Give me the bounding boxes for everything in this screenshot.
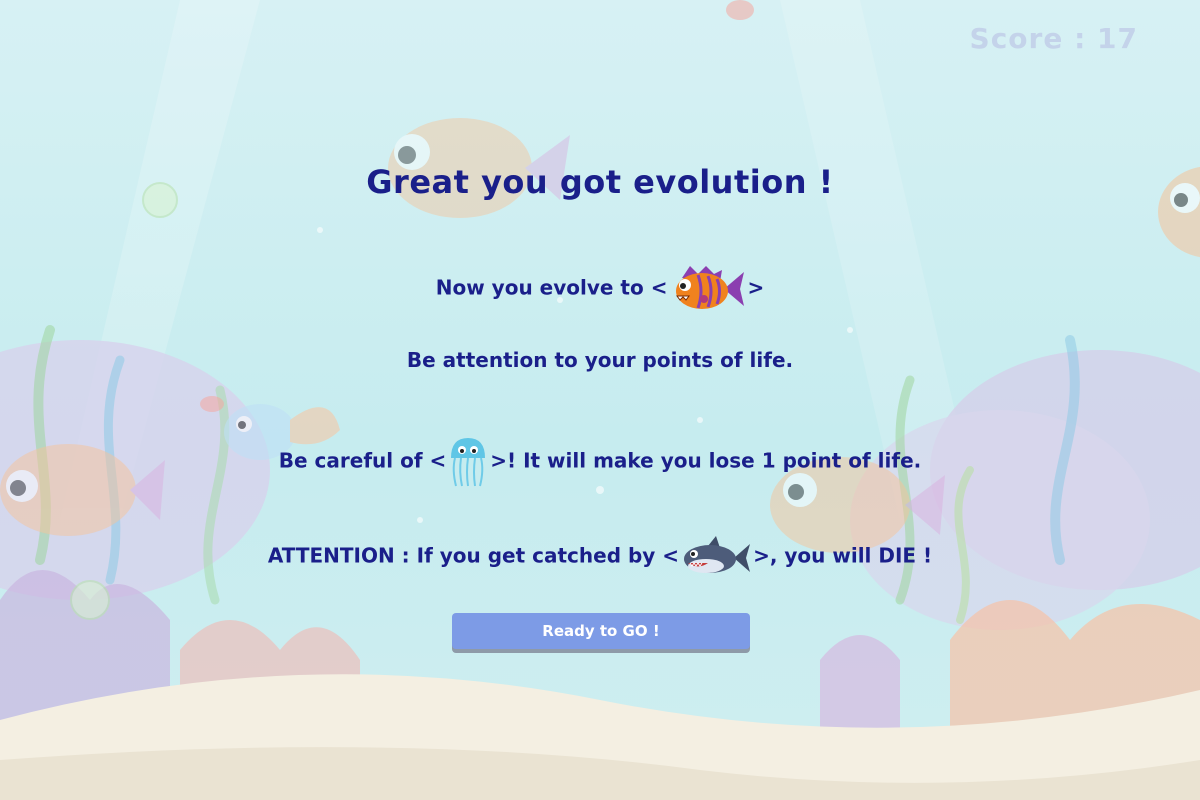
jelly-prefix-text: Be careful of < [278,448,447,473]
evolve-suffix-text: > [747,275,765,300]
evolve-message: Now you evolve to < > [0,264,1200,314]
life-note: Be attention to your points of life. [406,348,794,372]
jelly-suffix-text: >! It will make you lose 1 point of life… [490,448,922,473]
shark-warning: ATTENTION : If you get catched by < >, y… [0,536,1200,578]
orange-striped-fish-icon [676,266,745,309]
score-display: Score : 17 [969,22,1138,55]
shark-prefix-text: ATTENTION : If you get catched by < [267,543,680,568]
evolve-prefix-text: Now you evolve to < [435,275,668,300]
jellyfish-icon [451,438,486,487]
jellyfish-warning: Be careful of < >! It will make you lose… [0,436,1200,488]
ready-button[interactable]: Ready to GO ! [452,613,750,649]
shark-suffix-text: >, you will DIE ! [753,543,933,568]
evolution-title: Great you got evolution ! [366,163,834,201]
shark-icon [684,536,751,573]
